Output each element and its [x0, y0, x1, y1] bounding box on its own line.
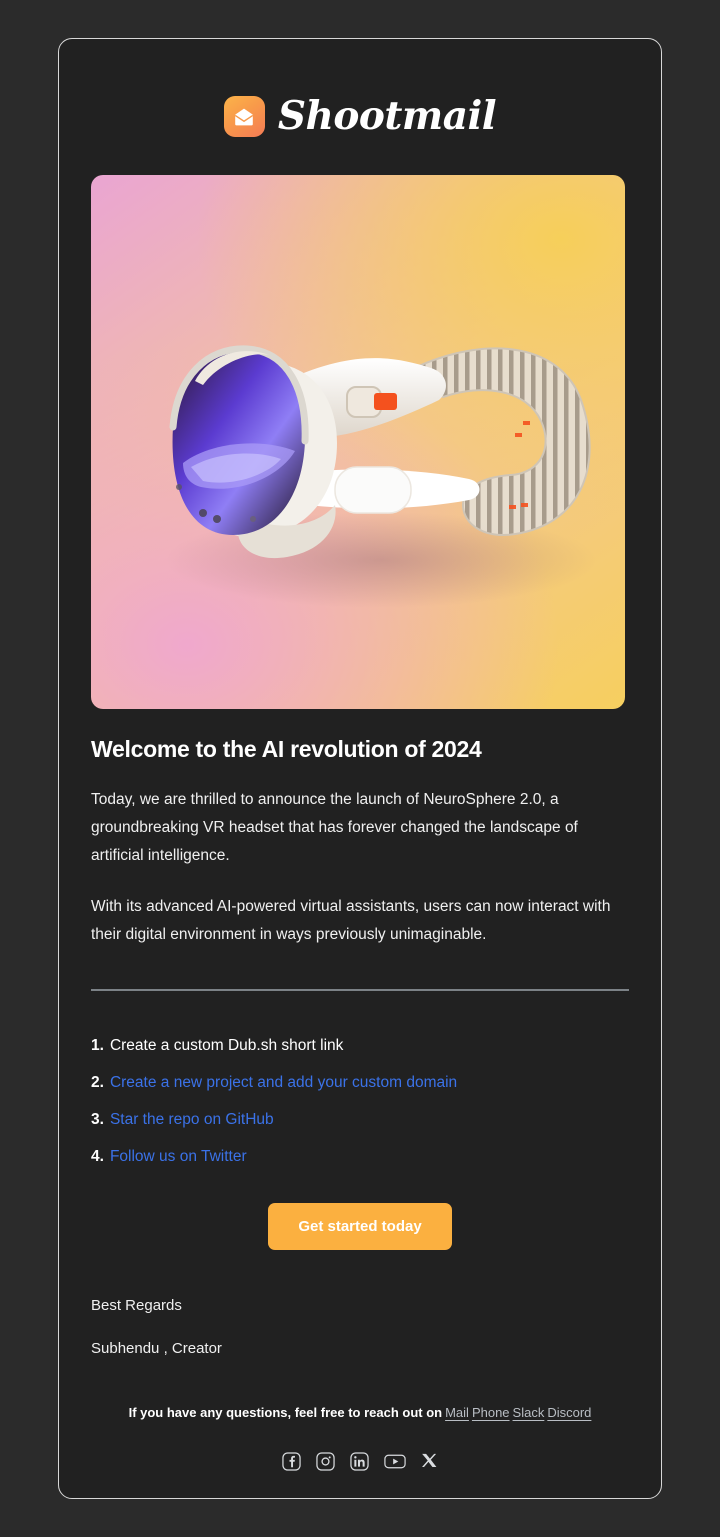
list-item: 2. Create a new project and add your cus… [91, 1069, 629, 1096]
phone-link[interactable]: Phone [472, 1405, 510, 1420]
social-links [91, 1452, 629, 1471]
x-twitter-icon[interactable] [421, 1452, 438, 1470]
list-item-label: Create a custom Dub.sh short link [109, 1036, 344, 1054]
body-paragraph-2: With its advanced AI-powered virtual ass… [91, 897, 611, 943]
footer: If you have any questions, feel free to … [91, 1404, 629, 1471]
envelope-icon [223, 96, 265, 137]
footer-contact-text: If you have any questions, feel free to … [128, 1404, 443, 1420]
brand-name: Shootmail [277, 93, 497, 139]
follow-twitter-link[interactable]: Follow us on Twitter [110, 1143, 247, 1170]
signoff: Best Regards Subhendu , Creator [91, 1292, 629, 1362]
list-item-number: 2. [91, 1073, 104, 1091]
linkedin-icon[interactable] [350, 1452, 369, 1471]
instagram-icon[interactable] [316, 1452, 335, 1471]
create-project-link[interactable]: Create a new project and add your custom… [110, 1069, 457, 1096]
mail-link[interactable]: Mail [445, 1405, 469, 1420]
star-repo-link[interactable]: Star the repo on GitHub [110, 1106, 274, 1133]
hero-image [91, 175, 625, 709]
brand-header: Shootmail [91, 39, 629, 137]
signoff-greeting: Best Regards [91, 1296, 182, 1314]
list-item: 4. Follow us on Twitter [91, 1143, 629, 1170]
list-item: 3. Star the repo on GitHub [91, 1106, 629, 1133]
discord-link[interactable]: Discord [547, 1405, 591, 1420]
slack-link[interactable]: Slack [513, 1405, 545, 1420]
get-started-button[interactable]: Get started today [268, 1202, 452, 1250]
list-item-number: 4. [91, 1147, 104, 1165]
body-paragraph-1: Today, we are thrilled to announce the l… [91, 790, 578, 864]
list-item: 1. Create a custom Dub.sh short link [91, 1032, 629, 1059]
list-item-number: 1. [91, 1036, 104, 1054]
signoff-author: Subhendu , Creator [91, 1339, 222, 1357]
page-title: Welcome to the AI revolution of 2024 [91, 736, 482, 762]
cta-container: Get started today [91, 1202, 629, 1250]
footer-contact-line: If you have any questions, feel free to … [91, 1404, 629, 1422]
divider [91, 988, 629, 991]
list-item-number: 3. [91, 1110, 104, 1128]
steps-list: 1. Create a custom Dub.sh short link 2. … [91, 1032, 629, 1170]
email-page: Shootmail Welcome to the AI revolution o… [0, 0, 720, 1537]
youtube-icon[interactable] [384, 1452, 406, 1471]
facebook-icon[interactable] [282, 1452, 301, 1471]
email-card: Shootmail Welcome to the AI revolution o… [58, 38, 662, 1499]
